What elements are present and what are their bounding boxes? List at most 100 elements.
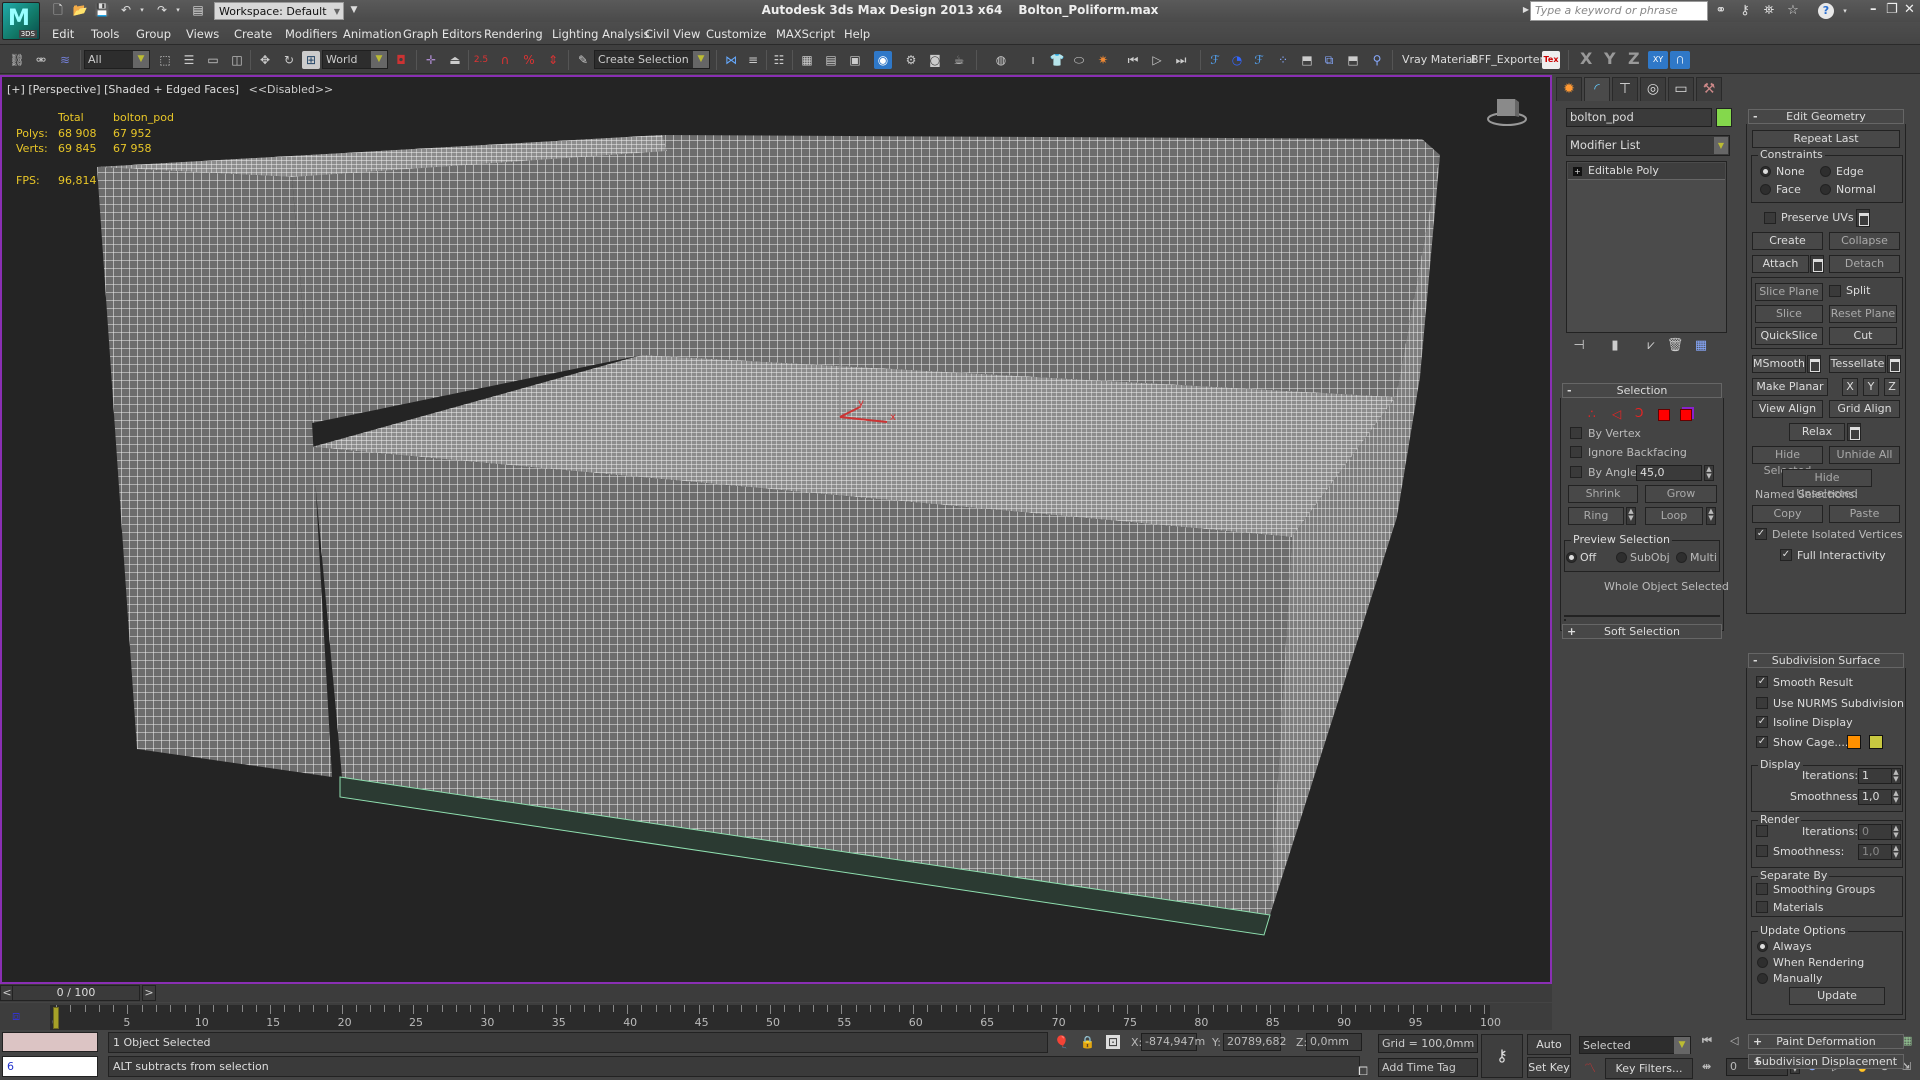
vray-material-button[interactable]: Vray Material bbox=[1402, 53, 1475, 66]
select-object-icon[interactable]: ⬚ bbox=[156, 51, 174, 69]
key-mode-toggle-icon[interactable]: ⇹ bbox=[1702, 1060, 1711, 1073]
menu-edit[interactable]: Edit bbox=[52, 27, 74, 41]
update-manually-radio[interactable] bbox=[1757, 973, 1768, 984]
collapse-button[interactable]: Collapse bbox=[1829, 232, 1900, 250]
paste-button[interactable]: Paste bbox=[1829, 505, 1900, 523]
materials-checkbox[interactable] bbox=[1756, 901, 1768, 913]
smoothing-groups-checkbox[interactable] bbox=[1756, 883, 1768, 895]
select-and-rotate-icon[interactable]: ↻ bbox=[280, 51, 298, 69]
render-smoothness-spinner[interactable]: ▲ ▼ bbox=[1891, 844, 1901, 860]
current-frame-marker[interactable] bbox=[53, 1007, 59, 1029]
select-manipulate-icon[interactable]: ✛ bbox=[422, 51, 440, 69]
maxscript-listener-output[interactable] bbox=[2, 1032, 98, 1052]
view-align-button[interactable]: View Align bbox=[1752, 400, 1823, 418]
time-slider-next-button[interactable]: > bbox=[142, 985, 156, 1001]
perspective-viewport[interactable]: [+] [Perspective] [Shaded + Edged Faces]… bbox=[0, 75, 1552, 984]
time-slider-handle[interactable]: 0 / 100 bbox=[12, 985, 140, 1001]
project-folder-icon[interactable]: ▤ bbox=[190, 3, 206, 17]
restrict-xy-button[interactable]: XY bbox=[1648, 51, 1668, 69]
make-planar-z-button[interactable]: Z bbox=[1884, 378, 1900, 396]
script-tool-1-icon[interactable]: ℱ bbox=[1206, 51, 1224, 69]
play-script-icon[interactable]: ▷ bbox=[1148, 51, 1166, 69]
auto-key-button[interactable]: Auto Key bbox=[1527, 1034, 1571, 1070]
customize-quick-access-icon[interactable]: ▼ bbox=[346, 3, 362, 17]
reference-coordinate-dropdown[interactable]: World ▼ bbox=[322, 50, 388, 69]
application-menu-button[interactable]: M 3DS bbox=[2, 2, 40, 40]
schematic-view-icon[interactable]: ▣ bbox=[846, 51, 864, 69]
edit-named-selection-icon[interactable]: ✎ bbox=[574, 51, 592, 69]
show-end-result-icon[interactable]: ▮ bbox=[1606, 338, 1624, 356]
cage-color-swatch-2[interactable] bbox=[1869, 735, 1883, 749]
angle-snap-icon[interactable]: ∩ bbox=[496, 51, 514, 69]
open-file-icon[interactable]: 📂 bbox=[72, 3, 88, 17]
select-and-move-icon[interactable]: ✥ bbox=[256, 51, 274, 69]
mini-curve-editor-icon[interactable]: ⧈ bbox=[12, 1009, 26, 1024]
border-mode-icon[interactable]: Ↄ bbox=[1635, 406, 1643, 420]
menu-rendering[interactable]: Rendering bbox=[484, 27, 543, 41]
loop-spinner[interactable]: ▲ ▼ bbox=[1706, 507, 1716, 525]
ring-spinner[interactable]: ▲ ▼ bbox=[1626, 507, 1636, 525]
hierarchy-tab-icon[interactable]: ⊤ bbox=[1612, 77, 1638, 101]
menu-tools[interactable]: Tools bbox=[91, 27, 119, 41]
script-tool-4-icon[interactable]: ⁘ bbox=[1274, 51, 1292, 69]
select-and-link-icon[interactable]: ⛓ bbox=[8, 51, 26, 69]
menu-create[interactable]: Create bbox=[234, 27, 272, 41]
vray-shirt-icon[interactable]: 👕 bbox=[1048, 51, 1066, 69]
modifier-list-dropdown[interactable]: Modifier List ▼ bbox=[1566, 135, 1730, 156]
pin-stack-icon[interactable]: ⊣ bbox=[1570, 338, 1588, 356]
absolute-mode-icon[interactable]: ⊡ bbox=[1106, 1035, 1120, 1049]
by-angle-spinner-arrows[interactable]: ▲ ▼ bbox=[1704, 465, 1714, 481]
relax-button[interactable]: Relax bbox=[1789, 423, 1845, 441]
script-tool-8-icon[interactable]: ⚲ bbox=[1368, 51, 1386, 69]
forward-script-icon[interactable]: ⏭ bbox=[1172, 51, 1190, 69]
x-coord-field[interactable]: -874,947m bbox=[1141, 1033, 1205, 1051]
set-key-button[interactable]: Set Key bbox=[1527, 1057, 1571, 1078]
selection-lock-icon[interactable]: 🔒 bbox=[1080, 1035, 1095, 1049]
menu-graph-editors[interactable]: Graph Editors bbox=[403, 27, 482, 41]
copy-button[interactable]: Copy bbox=[1752, 505, 1823, 523]
update-when-rendering-radio[interactable] bbox=[1757, 957, 1768, 968]
unlink-icon[interactable]: ⚮ bbox=[32, 51, 50, 69]
restrict-plane-snap-button[interactable]: ⋂ bbox=[1670, 51, 1690, 69]
utilities-tab-icon[interactable]: ⚒ bbox=[1696, 77, 1722, 101]
key-filters-button[interactable]: Key Filters... bbox=[1605, 1058, 1693, 1079]
selection-filter-dropdown[interactable]: All ▼ bbox=[84, 50, 150, 69]
vertex-mode-icon[interactable]: ∴ bbox=[1588, 407, 1596, 421]
curve-editor-icon[interactable]: ▤ bbox=[822, 51, 840, 69]
script-tool-3-icon[interactable]: ℱ bbox=[1250, 51, 1268, 69]
timeline-ruler[interactable]: 0510152025303540455055606570758085909510… bbox=[50, 1005, 1501, 1030]
vray-frame-buffer-icon[interactable]: ◍ bbox=[992, 51, 1010, 69]
rendered-frame-window-icon[interactable]: ◙ bbox=[926, 51, 944, 69]
subdivision-surface-rollout-header[interactable]: - Subdivision Surface bbox=[1748, 653, 1904, 668]
element-mode-icon[interactable] bbox=[1680, 409, 1692, 421]
grid-align-button[interactable]: Grid Align bbox=[1829, 400, 1900, 418]
menu-lighting-analysis[interactable]: Lighting Analysis bbox=[552, 27, 650, 41]
show-cage-checkbox[interactable]: ✓ bbox=[1756, 736, 1768, 748]
rewind-script-icon[interactable]: ⏮ bbox=[1124, 51, 1142, 69]
redo-dropdown-icon[interactable]: ▾ bbox=[170, 3, 186, 17]
viewcube-icon[interactable] bbox=[1482, 95, 1532, 129]
loop-button[interactable]: Loop bbox=[1645, 507, 1703, 525]
tessellate-settings-icon[interactable] bbox=[1887, 355, 1901, 373]
material-editor-icon[interactable]: ◉ bbox=[874, 51, 892, 69]
vray-sun-icon[interactable]: ✷ bbox=[1094, 51, 1112, 69]
constraint-face-radio[interactable] bbox=[1760, 184, 1771, 195]
viewcube[interactable] bbox=[1482, 95, 1532, 129]
close-button[interactable]: ✕ bbox=[1904, 2, 1915, 17]
msmooth-button[interactable]: MSmooth bbox=[1752, 355, 1806, 373]
slice-plane-button[interactable]: Slice Plane bbox=[1755, 283, 1823, 301]
polygon-mode-icon[interactable] bbox=[1658, 409, 1670, 421]
bff-exporter-button[interactable]: BFF_Exporter bbox=[1471, 53, 1544, 66]
script-tool-5-icon[interactable]: ⬒ bbox=[1298, 51, 1316, 69]
help-icon[interactable]: ? bbox=[1818, 3, 1834, 19]
menu-civil-view[interactable]: Civil View bbox=[645, 27, 700, 41]
render-production-icon[interactable]: ☕ bbox=[950, 51, 968, 69]
vray-light-icon[interactable]: ı bbox=[1024, 51, 1042, 69]
z-coord-field[interactable]: 0,0mm bbox=[1306, 1033, 1362, 1051]
cage-color-swatch-1[interactable] bbox=[1847, 735, 1861, 749]
remove-modifier-icon[interactable]: 🗑 bbox=[1666, 338, 1684, 356]
msmooth-settings-icon[interactable] bbox=[1807, 355, 1821, 373]
preserve-uvs-settings-icon[interactable] bbox=[1856, 209, 1870, 227]
percent-snap-icon[interactable]: % bbox=[520, 51, 538, 69]
repeat-last-button[interactable]: Repeat Last bbox=[1752, 130, 1900, 148]
